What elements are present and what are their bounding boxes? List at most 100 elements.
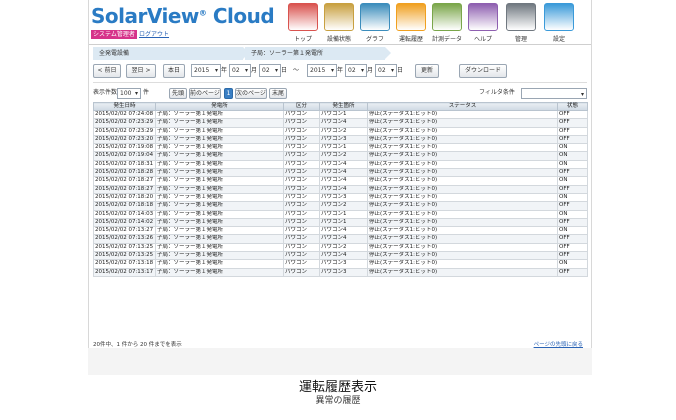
app-logo[interactable]: SolarView® Cloud	[91, 4, 275, 28]
table-cell: OFF	[557, 242, 588, 253]
table-cell: ON	[557, 151, 588, 161]
table-cell: パワコン4	[319, 234, 368, 244]
download-button[interactable]: ダウンロード	[459, 64, 507, 78]
table-cell: パワコン	[283, 226, 320, 236]
table-cell: 停止(ステータス1:ビット0)	[367, 251, 558, 261]
table-cell: 子局：ソーラー第１発電所	[155, 184, 284, 194]
column-header[interactable]: 状態	[557, 102, 588, 111]
table-cell: 停止(ステータス1:ビット0)	[367, 134, 558, 145]
filter-input[interactable]	[521, 88, 587, 100]
table-row[interactable]: 2015/02/02 07:13:26 子局：ソーラー第１発電所 パワコン パワコン4…	[93, 234, 588, 244]
table-row[interactable]: 2015/02/02 07:24:08 子局：ソーラー第１発電所 パワコン パワコン1…	[93, 109, 588, 120]
nav-item-5[interactable]: ヘルプ	[465, 3, 501, 43]
table-cell: 2015/02/02 07:18:18	[93, 201, 156, 211]
table-row[interactable]: 2015/02/02 07:18:28 子局：ソーラー第１発電所 パワコン パワコン4…	[93, 168, 588, 178]
table-cell: OFF	[557, 234, 588, 244]
table-row[interactable]: 2015/02/02 07:18:18 子局：ソーラー第１発電所 パワコン パワコン2…	[93, 201, 588, 211]
first-page-button[interactable]: 先頭	[169, 88, 187, 99]
table-cell: 2015/02/02 07:18:31	[93, 159, 156, 170]
building-icon	[324, 3, 354, 31]
last-page-button[interactable]: 末尾	[269, 88, 287, 99]
table-row[interactable]: 2015/02/02 07:18:27 子局：ソーラー第１発電所 パワコン パワコン4…	[93, 184, 588, 194]
today-button[interactable]: 本日	[163, 64, 185, 78]
header: SolarView® Cloud システム管理者 ログアウト トップ 設備状態 グラ…	[89, 0, 591, 45]
table-cell: OFF	[557, 201, 588, 211]
table-row[interactable]: 2015/02/02 07:19:08 子局：ソーラー第１発電所 パワコン パワコン1…	[93, 143, 588, 153]
table-row[interactable]: 2015/02/02 07:23:29 子局：ソーラー第１発電所 パワコン パワコン2…	[93, 126, 588, 136]
table-row[interactable]: 2015/02/02 07:13:18 子局：ソーラー第１発電所 パワコン パワコン3…	[93, 259, 588, 269]
column-header[interactable]: 発生箇所	[319, 102, 368, 111]
table-cell: 停止(ステータス1:ビット0)	[367, 234, 558, 244]
current-page-indicator[interactable]: 1	[224, 88, 233, 99]
table-cell: パワコン	[283, 159, 320, 170]
to-day-select[interactable]: 02	[375, 64, 397, 77]
range-tilde: ～	[293, 67, 300, 74]
help-book-icon	[468, 3, 498, 31]
table-cell: OFF	[557, 134, 588, 145]
table-cell: 2015/02/02 07:13:25	[93, 251, 156, 261]
from-day-select[interactable]: 02	[259, 64, 281, 77]
table-cell: ON	[557, 209, 588, 219]
table-body: 2015/02/02 07:24:08 子局：ソーラー第１発電所 パワコン パワコン1…	[93, 109, 588, 277]
next-day-button[interactable]: 翌日 >	[126, 64, 156, 78]
table-cell: パワコン4	[319, 176, 368, 186]
table-row[interactable]: 2015/02/02 07:18:31 子局：ソーラー第１発電所 パワコン パワコン4…	[93, 159, 588, 170]
table-cell: パワコン	[283, 259, 320, 269]
table-row[interactable]: 2015/02/02 07:18:27 子局：ソーラー第１発電所 パワコン パワコン4…	[93, 176, 588, 186]
table-row[interactable]: 2015/02/02 07:19:04 子局：ソーラー第１発電所 パワコン パワコン2…	[93, 151, 588, 161]
column-header[interactable]: ステータス	[367, 102, 558, 111]
back-to-top-link[interactable]: ページの先頭に戻る	[534, 340, 583, 348]
nav-item-7[interactable]: 設定	[541, 3, 577, 43]
column-header[interactable]: 区分	[283, 102, 320, 111]
breadcrumb-all-plants[interactable]: 全発電設備	[93, 47, 249, 60]
table-row[interactable]: 2015/02/02 07:13:25 子局：ソーラー第１発電所 パワコン パワコン2…	[93, 242, 588, 253]
table-row[interactable]: 2015/02/02 07:23:29 子局：ソーラー第１発電所 パワコン パワコン4…	[93, 118, 588, 128]
refresh-button[interactable]: 更新	[415, 64, 439, 78]
table-cell: パワコン3	[319, 267, 368, 277]
table-cell: 2015/02/02 07:18:20	[93, 192, 156, 203]
table-row[interactable]: 2015/02/02 07:13:27 子局：ソーラー第１発電所 パワコン パワコン4…	[93, 226, 588, 236]
day-label: 日	[281, 67, 288, 74]
table-cell: OFF	[557, 168, 588, 178]
nav-item-2[interactable]: グラフ	[357, 3, 393, 43]
to-year-select[interactable]: 2015	[307, 64, 337, 77]
table-cell: 子局：ソーラー第１発電所	[155, 176, 284, 186]
prev-page-button[interactable]: 前のページ	[189, 88, 221, 99]
table-row[interactable]: 2015/02/02 07:18:20 子局：ソーラー第１発電所 パワコン パワコン3…	[93, 192, 588, 203]
nav-item-3[interactable]: 運転履歴	[393, 3, 429, 43]
app-window: SolarView® Cloud システム管理者 ログアウト トップ 設備状態 グラ…	[88, 0, 592, 348]
table-cell: OFF	[557, 118, 588, 128]
table-cell: 2015/02/02 07:23:29	[93, 126, 156, 136]
table-cell: OFF	[557, 126, 588, 136]
table-cell: 2015/02/02 07:18:28	[93, 168, 156, 178]
from-month-select[interactable]: 02	[229, 64, 251, 77]
table-row[interactable]: 2015/02/02 07:14:03 子局：ソーラー第１発電所 パワコン パワコン1…	[93, 209, 588, 219]
nav-item-6[interactable]: 管理	[503, 3, 539, 43]
next-page-button[interactable]: 次のページ	[235, 88, 267, 99]
table-cell: ON	[557, 259, 588, 269]
monitor-user-icon	[544, 3, 574, 31]
table-cell: パワコン4	[319, 251, 368, 261]
nav-item-1[interactable]: 設備状態	[321, 3, 357, 43]
table-row[interactable]: 2015/02/02 07:23:20 子局：ソーラー第１発電所 パワコン パワコン3…	[93, 134, 588, 145]
table-cell: パワコン3	[319, 192, 368, 203]
table-cell: 2015/02/02 07:13:25	[93, 242, 156, 253]
table-cell: 子局：ソーラー第１発電所	[155, 109, 284, 120]
prev-day-button[interactable]: < 前日	[93, 64, 121, 78]
column-header[interactable]: 発電所	[155, 102, 284, 111]
to-month-select[interactable]: 02	[345, 64, 367, 77]
logout-link[interactable]: ログアウト	[139, 30, 169, 39]
breadcrumb-current-plant: 子局：ソーラー第１発電所	[245, 47, 391, 60]
from-year-select[interactable]: 2015	[191, 64, 221, 77]
table-cell: 停止(ステータス1:ビット0)	[367, 226, 558, 236]
column-header[interactable]: 発生日時	[93, 102, 156, 111]
table-row[interactable]: 2015/02/02 07:13:25 子局：ソーラー第１発電所 パワコン パワコン4…	[93, 251, 588, 261]
table-cell: 2015/02/02 07:13:18	[93, 259, 156, 269]
per-page-select[interactable]: 100	[117, 88, 141, 99]
table-row[interactable]: 2015/02/02 07:14:02 子局：ソーラー第１発電所 パワコン パワコン1…	[93, 217, 588, 228]
table-cell: パワコン4	[319, 118, 368, 128]
nav-item-0[interactable]: トップ	[285, 3, 321, 43]
table-row[interactable]: 2015/02/02 07:13:17 子局：ソーラー第１発電所 パワコン パワコン3…	[93, 267, 588, 277]
nav-item-4[interactable]: 計測データ	[429, 3, 465, 43]
record-count-text: 20件中、1 件から 20 件までを表示	[93, 342, 182, 348]
